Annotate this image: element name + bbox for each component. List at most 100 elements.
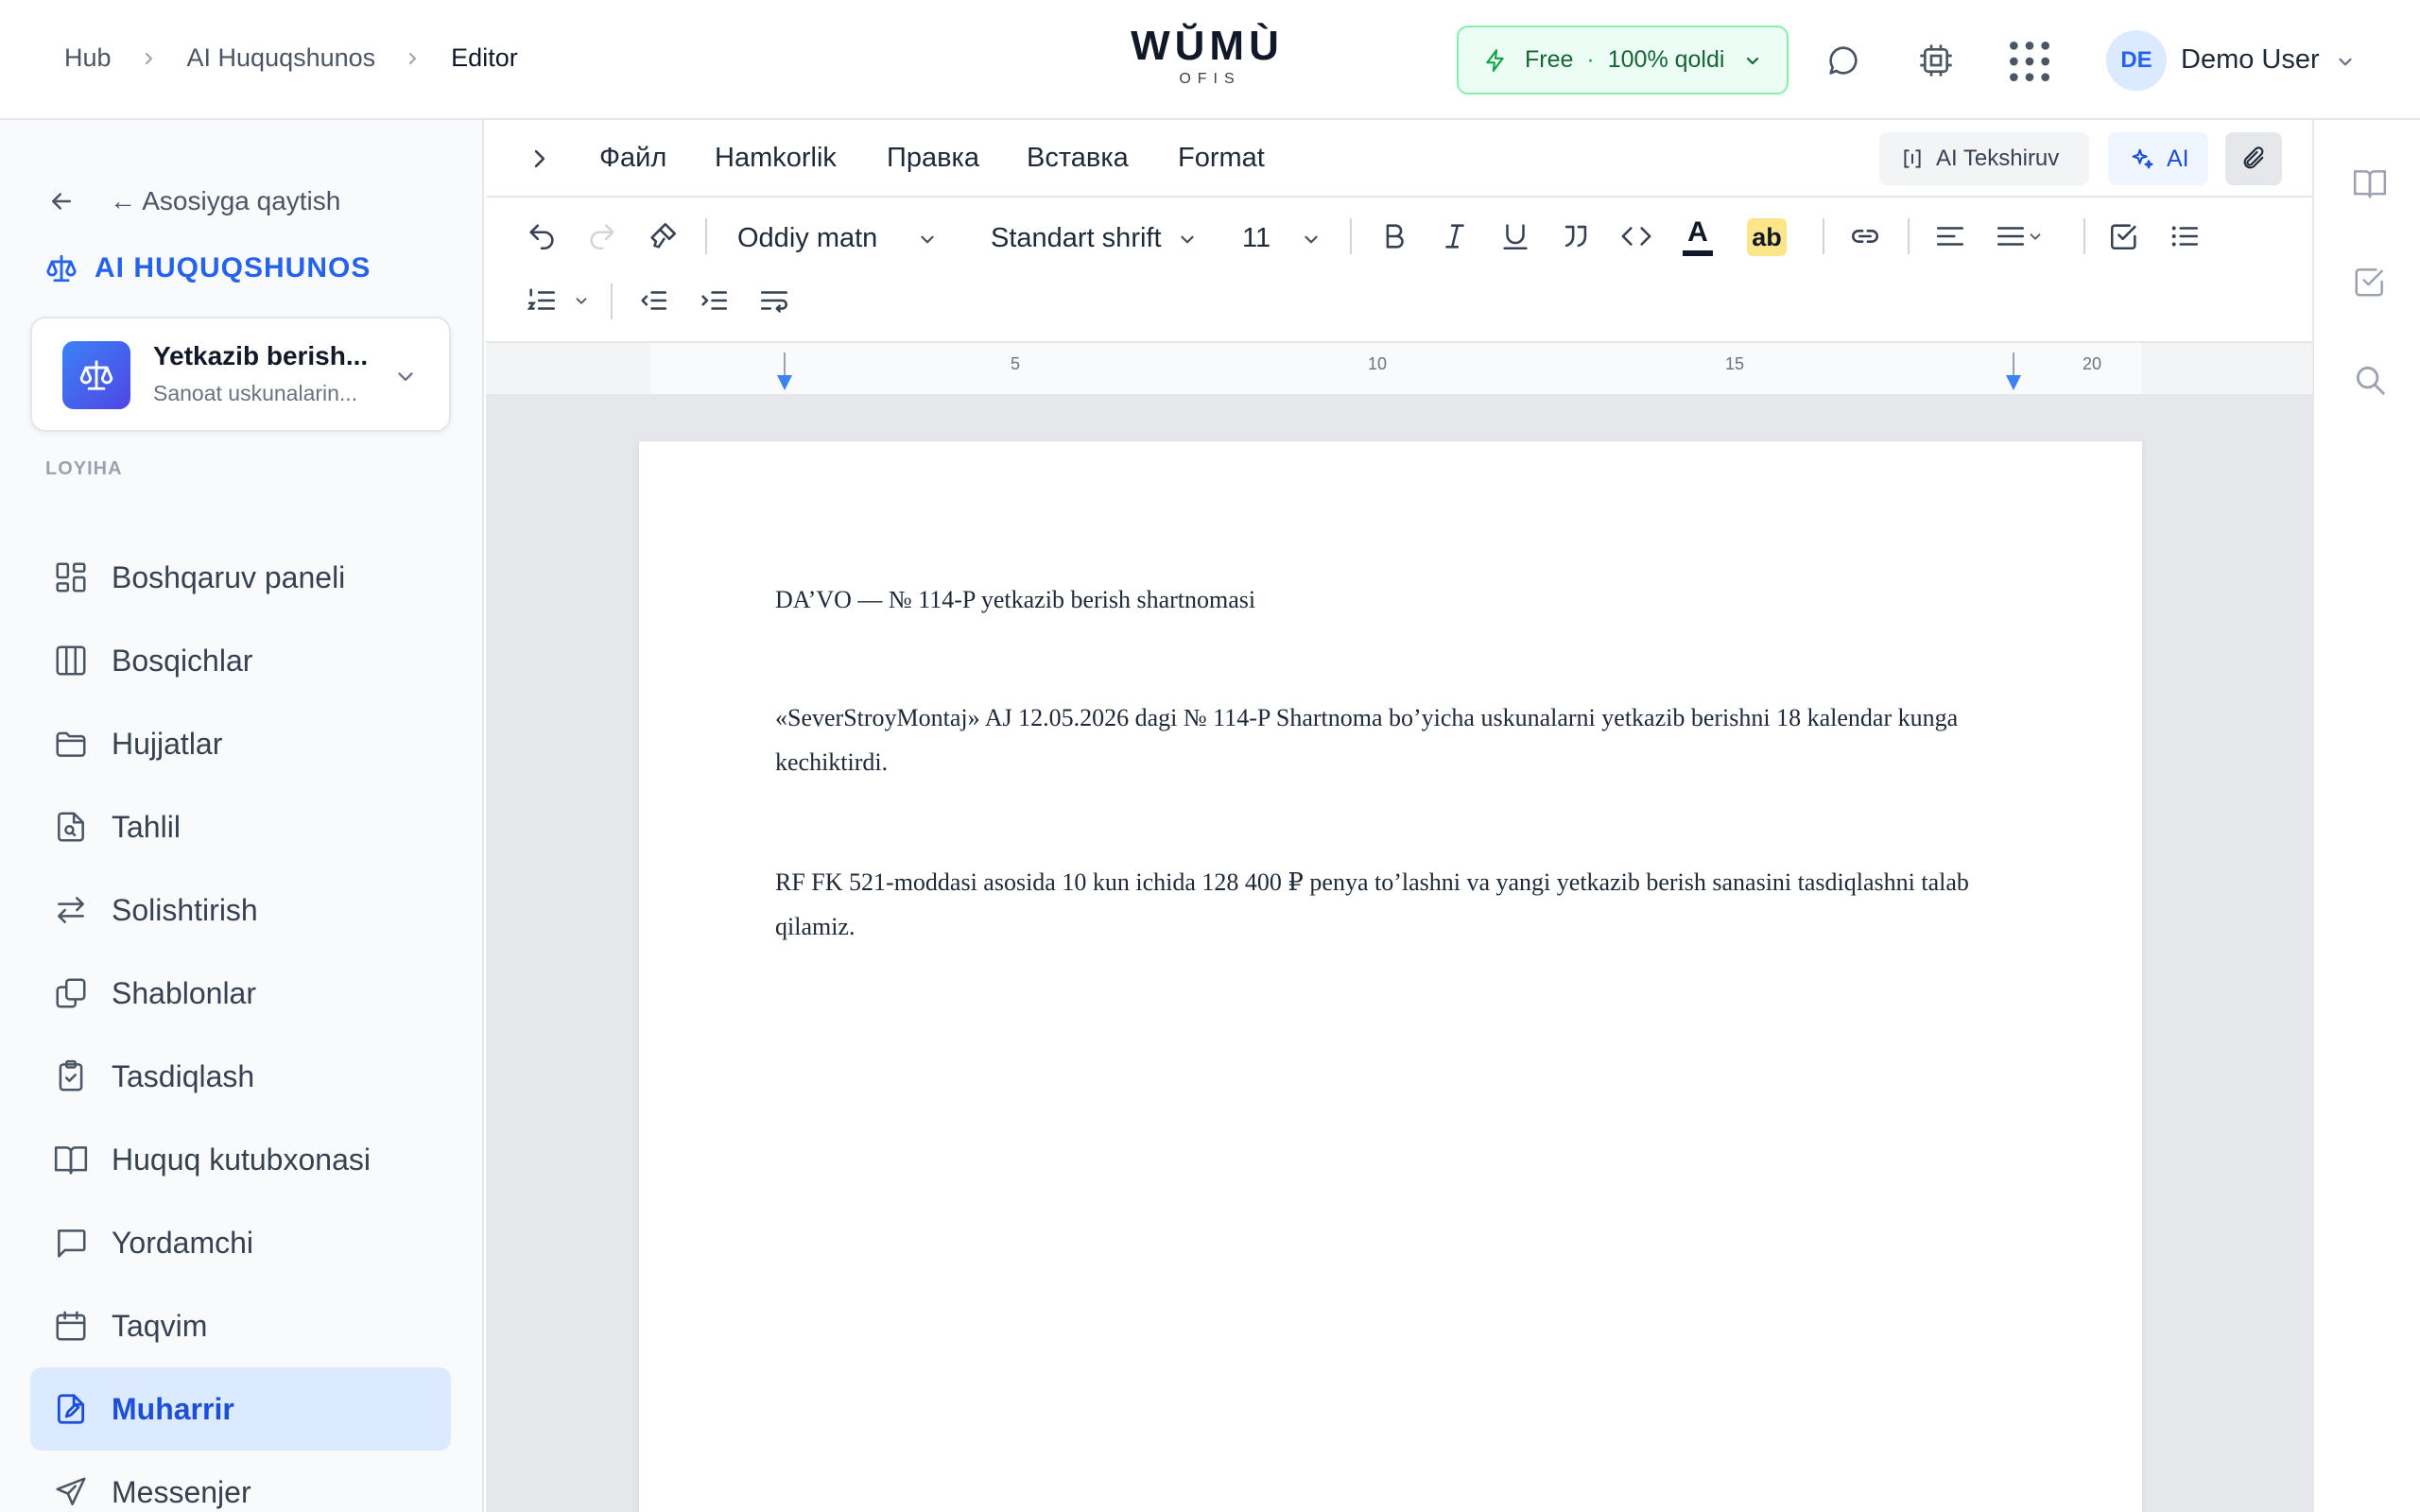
paint-format-icon[interactable] <box>647 220 679 252</box>
sidebar-item-label: Huquq kutubxonasi <box>112 1142 371 1177</box>
sidebar-item-hujjatlar[interactable]: Hujjatlar <box>30 702 451 785</box>
highlight-button[interactable]: ab <box>1747 218 1787 256</box>
document-paragraph[interactable]: RF FK 521-moddasi asosida 10 kun ichida … <box>775 860 2023 949</box>
chat-icon[interactable] <box>1824 42 1862 79</box>
plan-badge-button[interactable]: Free · 100% qoldi <box>1457 26 1789 94</box>
line-spacing-select[interactable] <box>1995 220 2044 252</box>
redo-icon[interactable] <box>586 220 618 252</box>
font-family-select[interactable]: Standart shrift <box>991 223 1198 254</box>
document-paragraph[interactable]: «SeverStroyMontaj» AJ 12.05.2026 dagi № … <box>775 696 2023 784</box>
sidebar-item-label: Yordamchi <box>112 1225 254 1260</box>
search-icon[interactable] <box>2352 362 2388 398</box>
chevron-down-icon <box>398 372 413 382</box>
ai-button[interactable]: AI <box>2108 132 2208 185</box>
code-icon[interactable] <box>1620 220 1652 252</box>
document-body[interactable]: DA’VO — № 114-P yetkazib berish shartnom… <box>775 577 2023 1024</box>
ai-check-button[interactable]: AI Tekshiruv <box>1879 132 2089 185</box>
sidebar-item-shablonlar[interactable]: Shablonlar <box>30 952 451 1035</box>
outdent-icon[interactable] <box>637 284 669 317</box>
menu-file[interactable]: Файл <box>599 143 666 174</box>
right-indent-marker[interactable] <box>2004 373 2023 392</box>
sidebar-item-boshqaruv-paneli[interactable]: Boshqaruv paneli <box>30 536 451 619</box>
sidebar-item-tahlil[interactable]: Tahlil <box>30 785 451 868</box>
dashboard-icon <box>56 562 86 593</box>
chevron-down-icon <box>1305 235 1318 243</box>
menu-collaboration[interactable]: Hamkorlik <box>715 143 837 174</box>
sidebar-item-muharrir[interactable]: Muharrir <box>30 1367 451 1451</box>
text-wrap-icon[interactable] <box>758 284 790 317</box>
brackets-icon <box>1904 149 1921 168</box>
sparkles-icon <box>2132 148 2153 169</box>
underline-icon[interactable] <box>1499 220 1531 252</box>
font-family-value: Standart shrift <box>991 223 1162 253</box>
chevron-right-icon[interactable] <box>527 146 552 171</box>
chevron-right-icon <box>409 52 417 64</box>
highlight-glyph: ab <box>1752 222 1782 251</box>
brand-label: AI HUQUQSHUNOS <box>95 252 372 284</box>
paperclip-icon <box>2243 146 2264 169</box>
attach-button[interactable] <box>2225 132 2282 185</box>
numbered-list-icon <box>527 288 556 310</box>
breadcrumb: Hub AI Huquqshunos Editor <box>64 43 518 73</box>
user-name[interactable]: Demo User <box>2181 44 2320 76</box>
menu-edit[interactable]: Правка <box>887 143 979 174</box>
bullet-list-icon[interactable] <box>2169 220 2201 252</box>
breadcrumb-ai-huquqshunos[interactable]: AI Huquqshunos <box>187 43 376 73</box>
sidebar-item-label: Bosqichlar <box>112 643 253 678</box>
project-icon <box>62 341 130 409</box>
folder-icon <box>56 731 86 757</box>
quote-icon[interactable] <box>1560 220 1592 252</box>
sidebar-item-tasdiqlash[interactable]: Tasdiqlash <box>30 1035 451 1118</box>
italic-icon[interactable] <box>1439 220 1471 252</box>
document-page[interactable]: DA’VO — № 114-P yetkazib berish shartnom… <box>639 441 2142 1512</box>
app-logo[interactable]: WŬMÙ OFIS <box>1131 23 1284 89</box>
text-style-select[interactable]: Oddiy matn <box>737 223 938 254</box>
back-to-home-link[interactable]: ← Asosiyga qaytish <box>47 186 340 216</box>
sidebar-item-label: Hujjatlar <box>112 726 223 761</box>
checkbox-list-icon[interactable] <box>2108 220 2140 252</box>
document-paragraph-title[interactable]: DA’VO — № 114-P yetkazib berish shartnom… <box>775 577 2023 622</box>
chevron-down-icon <box>1180 235 1194 243</box>
message-square-icon <box>58 1229 86 1258</box>
sidebar-item-yordamchi[interactable]: Yordamchi <box>30 1201 451 1284</box>
list-lines-icon <box>1996 227 2025 246</box>
menu-format[interactable]: Format <box>1178 143 1265 174</box>
left-indent-marker[interactable] <box>775 373 794 392</box>
logo-main: WŬMÙ <box>1131 23 1284 69</box>
sidebar-item-taqvim[interactable]: Taqvim <box>30 1284 451 1367</box>
breadcrumb-hub[interactable]: Hub <box>64 43 112 73</box>
ruler-tick: 10 <box>1368 354 1388 373</box>
ruler-band <box>650 343 2142 394</box>
editor-menubar: Файл Hamkorlik Правка Вставка Format AI … <box>486 122 2312 198</box>
menu-insert[interactable]: Вставка <box>1027 143 1129 174</box>
ruler-tick: 15 <box>1725 354 1745 373</box>
sidebar-item-bosqichlar[interactable]: Bosqichlar <box>30 619 451 702</box>
document-canvas: DA’VO — № 114-P yetkazib berish shartnom… <box>486 396 2312 1512</box>
user-avatar[interactable]: DE <box>2106 30 2167 91</box>
undo-icon[interactable] <box>526 220 558 252</box>
checkbox-icon[interactable] <box>2352 264 2388 300</box>
indent-icon[interactable] <box>698 284 730 317</box>
sidebar-item-huquq-kutubxonasi[interactable]: Huquq kutubxonasi <box>30 1118 451 1201</box>
book-icon[interactable] <box>2352 165 2388 201</box>
ai-label: AI <box>2167 145 2189 172</box>
sidebar-item-solishtirish[interactable]: Solishtirish <box>30 868 451 952</box>
sidebar-item-label: Taqvim <box>112 1308 208 1343</box>
ruler: 5 10 15 20 <box>486 343 2312 396</box>
sidebar-item-messenjer[interactable]: Messenjer <box>30 1451 451 1512</box>
indent-line <box>784 352 786 375</box>
file-edit-icon <box>57 1394 85 1424</box>
apps-grid-icon[interactable] <box>2006 38 2053 85</box>
right-rail <box>2312 120 2420 1512</box>
text-color-button[interactable]: A <box>1681 216 1715 258</box>
bold-icon[interactable] <box>1378 220 1410 252</box>
project-selector[interactable]: Yetkazib berish... Sanoat uskunalarin... <box>30 317 451 432</box>
chip-icon[interactable] <box>1917 42 1955 79</box>
font-size-select[interactable]: 11 <box>1242 223 1322 254</box>
link-icon[interactable] <box>1849 220 1881 252</box>
back-label: ← Asosiyga qaytish <box>110 186 341 215</box>
numbered-list-select[interactable] <box>526 284 590 317</box>
chevron-down-icon[interactable] <box>2335 51 2356 72</box>
columns-icon <box>56 645 86 676</box>
align-left-icon[interactable] <box>1934 220 1966 252</box>
